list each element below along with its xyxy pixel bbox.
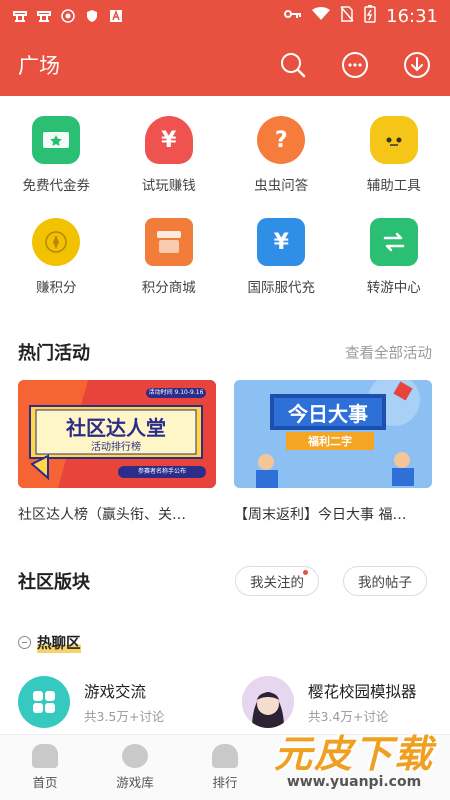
feature-qa[interactable]: ? 虫虫问答 <box>225 116 338 194</box>
feature-points-mall[interactable]: 积分商城 <box>113 218 226 296</box>
feature-trial-earn[interactable]: ¥ 试玩赚钱 <box>113 116 226 194</box>
nav-label: 首页 <box>32 775 58 790</box>
forum-name: 游戏交流 <box>84 682 147 701</box>
no-sim-icon <box>340 6 354 26</box>
shield-icon <box>84 8 100 24</box>
activity-caption-2[interactable]: 【周末返利】今日大事 福… <box>234 504 432 524</box>
feature-label: 转游中心 <box>366 280 421 296</box>
hot-chat-label: 热聊区 <box>37 632 81 653</box>
battery-icon <box>364 5 376 27</box>
grid-icon <box>18 676 70 728</box>
robot-icon <box>369 116 418 164</box>
banner-1-date: 活动时间 9.10-9.16 <box>148 389 204 396</box>
nav-home[interactable]: 首页 <box>0 735 90 800</box>
gamepad-icon <box>122 744 148 768</box>
feature-intl-topup[interactable]: ¥ 国际服代充 <box>225 218 338 296</box>
hot-activities-title: 热门活动 <box>18 343 90 364</box>
messages-button[interactable] <box>340 50 370 80</box>
search-button[interactable] <box>278 50 308 80</box>
feature-earn-points[interactable]: 赚积分 <box>0 218 113 296</box>
nav-label: 游戏库 <box>116 775 154 790</box>
activity-caption-1[interactable]: 社区达人榜（赢头衔、关… <box>18 504 216 524</box>
feature-label: 免费代金券 <box>22 178 91 194</box>
search-icon <box>281 53 306 78</box>
download-button[interactable] <box>402 50 432 80</box>
banner-1-heading: 社区达人堂 <box>66 416 166 440</box>
key-icon <box>284 8 302 24</box>
watermark-url: www.yuanpi.com <box>286 773 422 790</box>
trophy-icon <box>212 744 238 768</box>
new-badge-dot <box>303 570 308 575</box>
money-bag-icon: ¥ <box>144 116 193 164</box>
followed-label: 我关注的 <box>250 575 304 591</box>
download-icon <box>404 52 430 78</box>
app-notification-icon <box>12 8 28 24</box>
my-posts-button[interactable]: 我的帖子 <box>343 566 427 596</box>
forum-game-exchange[interactable]: 游戏交流 共3.5万+讨论 <box>18 676 164 728</box>
banner-2-subheading: 福利二字 <box>308 435 352 448</box>
shop-icon <box>144 218 193 266</box>
activity-banner-2[interactable]: 今日大事 福利二字 <box>234 380 432 488</box>
wallet-icon: ¥ <box>257 218 306 266</box>
wifi-icon <box>312 7 331 25</box>
watermark-title: 元皮下载 <box>273 730 434 776</box>
ticket-icon <box>32 116 81 164</box>
page-title: 广场 <box>18 54 60 78</box>
view-all-activities-link[interactable]: 查看全部活动 <box>345 342 432 363</box>
feature-grid: 免费代金券 ¥ 试玩赚钱 ? 虫虫问答 辅助工具 赚积分 积分商城 ¥ 国际服代… <box>0 116 450 296</box>
status-bar: 16:31 <box>0 0 450 32</box>
banner-1-bottom: 参赛者名称手公布 <box>137 468 186 475</box>
community-title: 社区版块 <box>18 572 90 593</box>
banner-2-heading: 今日大事 <box>288 402 368 426</box>
question-icon: ? <box>257 116 306 164</box>
record-icon <box>60 8 76 24</box>
feature-label: 试玩赚钱 <box>141 178 196 194</box>
feature-label: 赚积分 <box>36 280 77 296</box>
feature-free-voucher[interactable]: 免费代金券 <box>0 116 113 194</box>
followed-button[interactable]: 我关注的 <box>235 566 319 596</box>
clock: 16:31 <box>386 5 438 27</box>
nav-label: 排行 <box>212 775 238 790</box>
header: 广场 <box>0 40 450 90</box>
nav-ranking[interactable]: 排行 <box>180 735 270 800</box>
feature-label: 国际服代充 <box>247 280 316 296</box>
home-icon <box>32 744 58 768</box>
coin-icon <box>32 218 81 266</box>
my-posts-label: 我的帖子 <box>358 575 412 591</box>
feature-transfer-center[interactable]: 转游中心 <box>338 218 450 296</box>
app-a-icon <box>108 8 124 24</box>
banner-1-subheading: 活动排行榜 <box>91 442 141 453</box>
app-notification-icon <box>36 8 52 24</box>
feature-label: 辅助工具 <box>366 178 421 194</box>
activity-banner-1[interactable]: 活动时间 9.10-9.16 社区达人堂 活动排行榜 参赛者名称手公布 <box>18 380 216 488</box>
chat-icon <box>342 52 368 78</box>
feature-tools[interactable]: 辅助工具 <box>338 116 450 194</box>
feature-label: 积分商城 <box>141 280 196 296</box>
feature-label: 虫虫问答 <box>254 178 309 194</box>
forum-name: 樱花校园模拟器 <box>308 682 417 701</box>
nav-game-library[interactable]: 游戏库 <box>90 735 180 800</box>
forum-stats: 共3.5万+讨论 <box>84 708 165 724</box>
watermark: 元皮下载 www.yuanpi.com <box>264 718 444 794</box>
top-bar: 16:31 广场 <box>0 0 450 96</box>
transfer-icon <box>369 218 418 266</box>
collapse-icon <box>18 636 31 649</box>
hot-chat-header[interactable]: 热聊区 <box>18 632 81 653</box>
